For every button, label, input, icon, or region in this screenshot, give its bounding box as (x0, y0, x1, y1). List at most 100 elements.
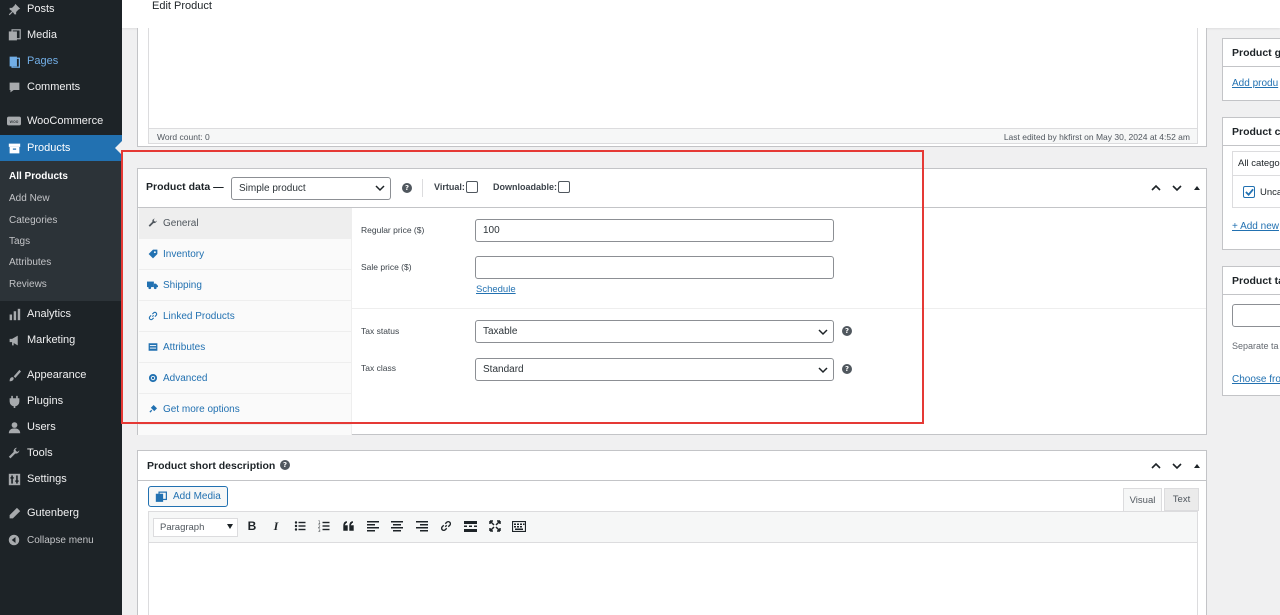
help-icon[interactable]: ? (402, 183, 412, 193)
menu-appearance[interactable]: Appearance (0, 362, 122, 388)
tab-visual[interactable]: Visual (1123, 488, 1162, 511)
link-icon[interactable] (437, 517, 455, 535)
add-media-button[interactable]: Add Media (148, 486, 228, 507)
menu-media[interactable]: Media (0, 22, 122, 48)
sale-price-input[interactable] (475, 256, 834, 279)
pencil-icon (7, 506, 21, 520)
menu-gutenberg[interactable]: Gutenberg (0, 500, 122, 526)
product-data-box: Product data — Simple product ? Virtual:… (137, 168, 1207, 435)
submenu-all-products[interactable]: All Products (9, 171, 68, 182)
categories-tab-label: All catego (1238, 158, 1280, 169)
help-icon[interactable]: ? (842, 326, 852, 336)
chevron-down-icon (818, 367, 828, 374)
tax-status-select[interactable]: Taxable (475, 320, 834, 343)
menu-users[interactable]: Users (0, 414, 122, 440)
submenu-categories[interactable]: Categories (9, 215, 57, 226)
tax-class-select[interactable]: Standard (475, 358, 834, 381)
menu-label: Tools (27, 447, 53, 459)
keyboard-icon[interactable] (510, 517, 528, 535)
tab-get-more-options[interactable]: Get more options (139, 394, 351, 425)
divider (422, 179, 423, 197)
categories-header: Product ca (1223, 118, 1280, 146)
tab-general[interactable]: General (139, 208, 351, 239)
product-type-value: Simple product (239, 183, 306, 194)
align-right-icon[interactable] (413, 517, 431, 535)
tab-shipping[interactable]: Shipping (139, 270, 351, 301)
menu-collapse[interactable]: Collapse menu (0, 527, 122, 553)
add-gallery-link[interactable]: Add produ (1232, 78, 1278, 89)
categories-tab-all[interactable]: All catego (1232, 151, 1280, 175)
menu-settings[interactable]: Settings (0, 466, 122, 492)
tab-linked-products[interactable]: Linked Products (139, 301, 351, 332)
tax-class-label: Tax class (361, 363, 396, 373)
tab-advanced[interactable]: Advanced (139, 363, 351, 394)
menu-label: Users (27, 421, 56, 433)
menu-plugins[interactable]: Plugins (0, 388, 122, 414)
toggle-panel-icon[interactable] (1191, 460, 1203, 472)
tab-attributes[interactable]: Attributes (139, 332, 351, 363)
numbered-list-icon[interactable]: 123 (315, 517, 333, 535)
read-more-icon[interactable] (461, 517, 479, 535)
help-icon[interactable]: ? (842, 364, 852, 374)
tax-class-value: Standard (483, 364, 524, 375)
add-new-category-link[interactable]: + Add new (1232, 221, 1279, 232)
align-center-icon[interactable] (388, 517, 406, 535)
editor-status-bar: Word count: 0 Last edited by hkfirst on … (148, 128, 1198, 144)
toggle-panel-icon[interactable] (1191, 182, 1203, 194)
submenu-attributes[interactable]: Attributes (9, 257, 51, 268)
help-icon[interactable]: ? (280, 460, 290, 470)
move-up-icon[interactable] (1150, 460, 1162, 472)
category-checklist: Unca (1232, 175, 1280, 208)
regular-price-input[interactable]: 100 (475, 219, 834, 242)
gear-icon (147, 373, 158, 384)
downloadable-checkbox[interactable] (558, 181, 570, 193)
blockquote-icon[interactable] (340, 517, 358, 535)
divider (352, 308, 1206, 309)
move-up-icon[interactable] (1150, 182, 1162, 194)
submenu-reviews[interactable]: Reviews (9, 279, 47, 290)
tab-label: Inventory (163, 248, 205, 260)
category-label: Unca (1260, 187, 1280, 198)
user-icon (7, 420, 21, 434)
tab-label: Shipping (163, 279, 202, 291)
pin-icon (7, 2, 21, 16)
regular-price-value: 100 (483, 225, 500, 236)
schedule-link[interactable]: Schedule (476, 284, 516, 295)
product-type-select[interactable]: Simple product (231, 177, 391, 200)
short-description-editor-area[interactable] (148, 543, 1198, 615)
tag-icon (147, 249, 158, 260)
menu-tools[interactable]: Tools (0, 440, 122, 466)
product-data-tabs: General Inventory Shipping Linked Produc… (138, 208, 352, 435)
product-tags-box: Product ta Separate ta Choose fro (1222, 266, 1280, 396)
menu-products[interactable]: Products (0, 135, 122, 161)
choose-tags-link[interactable]: Choose fro (1232, 374, 1280, 385)
align-left-icon[interactable] (364, 517, 382, 535)
menu-analytics[interactable]: Analytics (0, 301, 122, 327)
fullscreen-icon[interactable] (486, 517, 504, 535)
menu-marketing[interactable]: Marketing (0, 327, 122, 353)
format-select[interactable]: Paragraph (153, 518, 238, 537)
italic-icon[interactable]: I (267, 517, 285, 535)
gallery-title: Product g (1232, 47, 1280, 59)
menu-comments[interactable]: Comments (0, 74, 122, 100)
menu-posts[interactable]: Posts (0, 0, 122, 22)
chevron-down-icon (375, 185, 385, 192)
tab-text[interactable]: Text (1164, 488, 1199, 511)
bold-icon[interactable]: B (243, 517, 261, 535)
virtual-checkbox[interactable] (466, 181, 478, 193)
plug-icon (147, 404, 158, 415)
move-down-icon[interactable] (1171, 182, 1183, 194)
menu-woocommerce[interactable]: woo WooCommerce (0, 108, 122, 134)
tags-input[interactable] (1232, 304, 1280, 327)
last-edited: Last edited by hkfirst on May 30, 2024 a… (1003, 132, 1190, 142)
submenu-add-new[interactable]: Add New (9, 193, 50, 204)
move-down-icon[interactable] (1171, 460, 1183, 472)
menu-pages[interactable]: Pages (0, 48, 122, 74)
submenu-tags[interactable]: Tags (9, 236, 30, 247)
bullet-list-icon[interactable] (291, 517, 309, 535)
category-checkbox[interactable] (1243, 186, 1255, 198)
archive-icon (7, 141, 21, 155)
tab-inventory[interactable]: Inventory (139, 239, 351, 270)
content-editor-area[interactable] (148, 28, 1198, 129)
settings-icon (7, 472, 21, 486)
